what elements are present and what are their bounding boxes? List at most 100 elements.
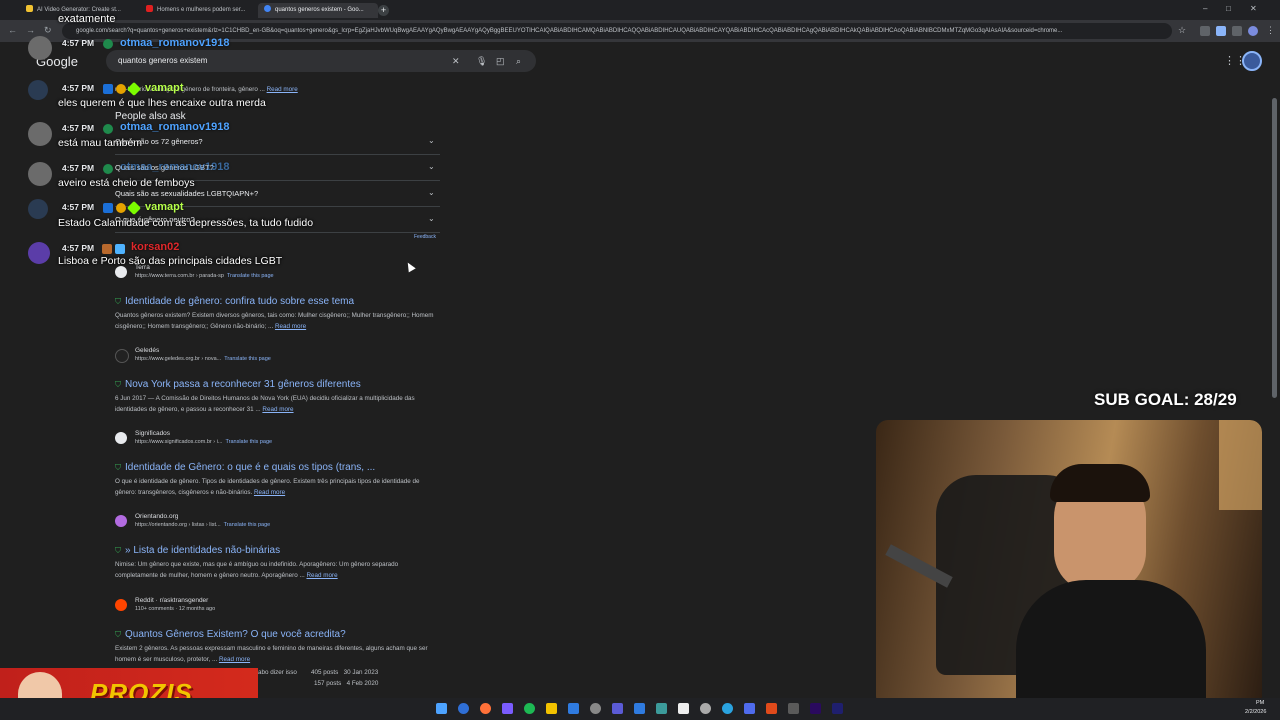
chat-username[interactable]: otmaa_romanov1918 bbox=[120, 161, 229, 173]
premiere-icon[interactable] bbox=[810, 703, 821, 714]
discussion-stats: abo dizer isso bbox=[258, 669, 297, 676]
tab-homens-mulheres[interactable]: Homens e mulheres podem ser... bbox=[140, 3, 258, 18]
translate-link[interactable]: Translate this page bbox=[225, 439, 272, 445]
tab-google-search[interactable]: quantos generos existem - Goo... bbox=[258, 3, 378, 18]
chat-message-text: está mau também bbox=[58, 137, 143, 149]
chat-message: 4:57 PM vamapt bbox=[0, 80, 300, 100]
verified-shield-icon: ⛉ bbox=[115, 546, 121, 555]
app-icon[interactable] bbox=[788, 703, 799, 714]
read-more-link[interactable]: Read more bbox=[306, 572, 337, 579]
translate-link[interactable]: Translate this page bbox=[224, 522, 271, 528]
paa-question[interactable]: Quais são as sexualidades LGBTQIAPN+? bbox=[115, 189, 258, 198]
search-result: Significados https://www.significados.co… bbox=[115, 430, 440, 498]
app-icon[interactable] bbox=[678, 703, 689, 714]
badge-icon bbox=[103, 39, 113, 49]
translate-link[interactable]: Translate this page bbox=[224, 356, 271, 362]
badge-icon bbox=[126, 81, 142, 97]
taskbar-time[interactable]: PM bbox=[1256, 700, 1264, 706]
voice-search-icon[interactable]: 🎙 bbox=[476, 50, 487, 72]
app-icon[interactable] bbox=[590, 703, 601, 714]
browser-tab-bar: AI Video Generator: Create st... Homens … bbox=[0, 0, 1280, 20]
profile-icon[interactable] bbox=[1248, 26, 1258, 36]
forward-icon[interactable]: → bbox=[26, 25, 35, 35]
file-explorer-icon[interactable] bbox=[546, 703, 557, 714]
feedback-link[interactable]: Feedback bbox=[414, 234, 436, 240]
result-title-link[interactable]: ⛉ Quantos Gêneros Existem? O que você acr… bbox=[115, 629, 440, 640]
image-search-icon[interactable]: ◰ bbox=[496, 50, 505, 72]
result-title-link[interactable]: ⛉ Identidade de gênero: confira tudo sobr… bbox=[115, 296, 440, 307]
chat-username[interactable]: vamapt bbox=[145, 82, 184, 94]
read-more-link[interactable]: Read more bbox=[262, 406, 293, 413]
chat-message-text: Estado Calamidade com as depressões, ta … bbox=[58, 217, 314, 229]
close-window-button[interactable]: ✕ bbox=[1250, 4, 1257, 13]
chevron-down-icon[interactable]: ⌄ bbox=[428, 136, 435, 145]
menu-kebab-icon[interactable]: ⋮ bbox=[1266, 25, 1275, 36]
result-source[interactable]: Orientando.org https://orientando.org › … bbox=[115, 513, 440, 531]
brave-icon[interactable] bbox=[766, 703, 777, 714]
chat-username[interactable]: korsan02 bbox=[131, 241, 179, 253]
chat-username[interactable]: vamapt bbox=[145, 201, 184, 213]
extension-icon[interactable] bbox=[1200, 26, 1210, 36]
chat-username[interactable]: otmaa_romanov1918 bbox=[120, 121, 229, 133]
result-snippet: O que é identidade de gênero. Tipos de i… bbox=[115, 478, 420, 496]
app-icon[interactable] bbox=[744, 703, 755, 714]
chat-message-text: Lisboa e Porto são das principais cidade… bbox=[58, 255, 283, 267]
read-more-link[interactable]: Read more bbox=[254, 489, 285, 496]
search-result: Reddit · r/asktransgender 110+ comments … bbox=[115, 597, 440, 665]
chat-message: 4:57 PM otmaa_romanov1918 bbox=[0, 36, 300, 74]
streamer-body-shape bbox=[1016, 580, 1206, 708]
telegram-icon[interactable] bbox=[722, 703, 733, 714]
minimize-button[interactable]: – bbox=[1203, 4, 1207, 13]
avatar bbox=[28, 162, 52, 186]
result-snippet: Existem 2 gêneros. As pessoas expressam … bbox=[115, 645, 428, 663]
after-effects-icon[interactable] bbox=[832, 703, 843, 714]
taskbar-date[interactable]: 2/2/2026 bbox=[1245, 709, 1266, 715]
reload-icon[interactable]: ↻ bbox=[44, 25, 52, 36]
search-icon[interactable]: ⌕ bbox=[516, 50, 521, 72]
avatar bbox=[28, 199, 48, 219]
page-scrollbar[interactable] bbox=[1272, 98, 1277, 398]
reddit-favicon-icon bbox=[115, 599, 127, 611]
badge-icon bbox=[103, 84, 113, 94]
new-tab-button[interactable]: + bbox=[378, 5, 389, 16]
result-source[interactable]: Geledés https://www.geledes.org.br › nov… bbox=[115, 347, 440, 365]
read-more-link[interactable]: Read more bbox=[275, 323, 306, 330]
app-icon[interactable] bbox=[612, 703, 623, 714]
read-more-link[interactable]: Read more bbox=[219, 656, 250, 663]
chat-username[interactable]: otmaa_romanov1918 bbox=[120, 37, 229, 49]
extension-icon[interactable] bbox=[1216, 26, 1226, 36]
clear-search-icon[interactable]: ✕ bbox=[452, 50, 460, 72]
app-icon[interactable] bbox=[656, 703, 667, 714]
chevron-down-icon[interactable]: ⌄ bbox=[428, 162, 435, 171]
chevron-down-icon[interactable]: ⌄ bbox=[428, 214, 435, 223]
chat-message: 4:57 PM vamapt bbox=[0, 199, 300, 219]
bookmark-star-icon[interactable]: ☆ bbox=[1178, 25, 1186, 36]
badge-icon bbox=[115, 244, 125, 254]
windows-start-icon[interactable] bbox=[436, 703, 447, 714]
chevron-down-icon[interactable]: ⌄ bbox=[428, 188, 435, 197]
badge-icon bbox=[103, 164, 113, 174]
app-icon[interactable] bbox=[634, 703, 645, 714]
result-title-link[interactable]: ⛉ Nova York passa a reconhecer 31 gêneros… bbox=[115, 379, 440, 390]
account-avatar[interactable] bbox=[1242, 51, 1262, 71]
app-icon[interactable] bbox=[502, 703, 513, 714]
extensions-puzzle-icon[interactable] bbox=[1232, 26, 1242, 36]
crown-badge-icon bbox=[102, 244, 112, 254]
site-favicon-icon bbox=[115, 349, 129, 363]
maximize-button[interactable]: □ bbox=[1226, 4, 1231, 13]
settings-gear-icon[interactable] bbox=[700, 703, 711, 714]
back-icon[interactable]: ← bbox=[8, 25, 17, 35]
result-source[interactable]: Reddit · r/asktransgender 110+ comments … bbox=[115, 597, 440, 615]
chrome-icon[interactable] bbox=[458, 703, 469, 714]
result-title-link[interactable]: ⛉ Identidade de Gênero: o que é e quais o… bbox=[115, 462, 440, 473]
result-snippet: Quantos gêneros existem? Existem diverso… bbox=[115, 312, 434, 330]
app-icon[interactable] bbox=[568, 703, 579, 714]
translate-link[interactable]: Translate this page bbox=[227, 273, 274, 279]
avatar bbox=[28, 242, 50, 264]
spotify-icon[interactable] bbox=[524, 703, 535, 714]
result-title-link[interactable]: ⛉» Lista de identidades não-binárias bbox=[115, 545, 440, 556]
verified-shield-icon: ⛉ bbox=[115, 630, 121, 639]
taskbar: PM 2/2/2026 bbox=[0, 698, 1280, 720]
firefox-icon[interactable] bbox=[480, 703, 491, 714]
result-source[interactable]: Significados https://www.significados.co… bbox=[115, 430, 440, 448]
